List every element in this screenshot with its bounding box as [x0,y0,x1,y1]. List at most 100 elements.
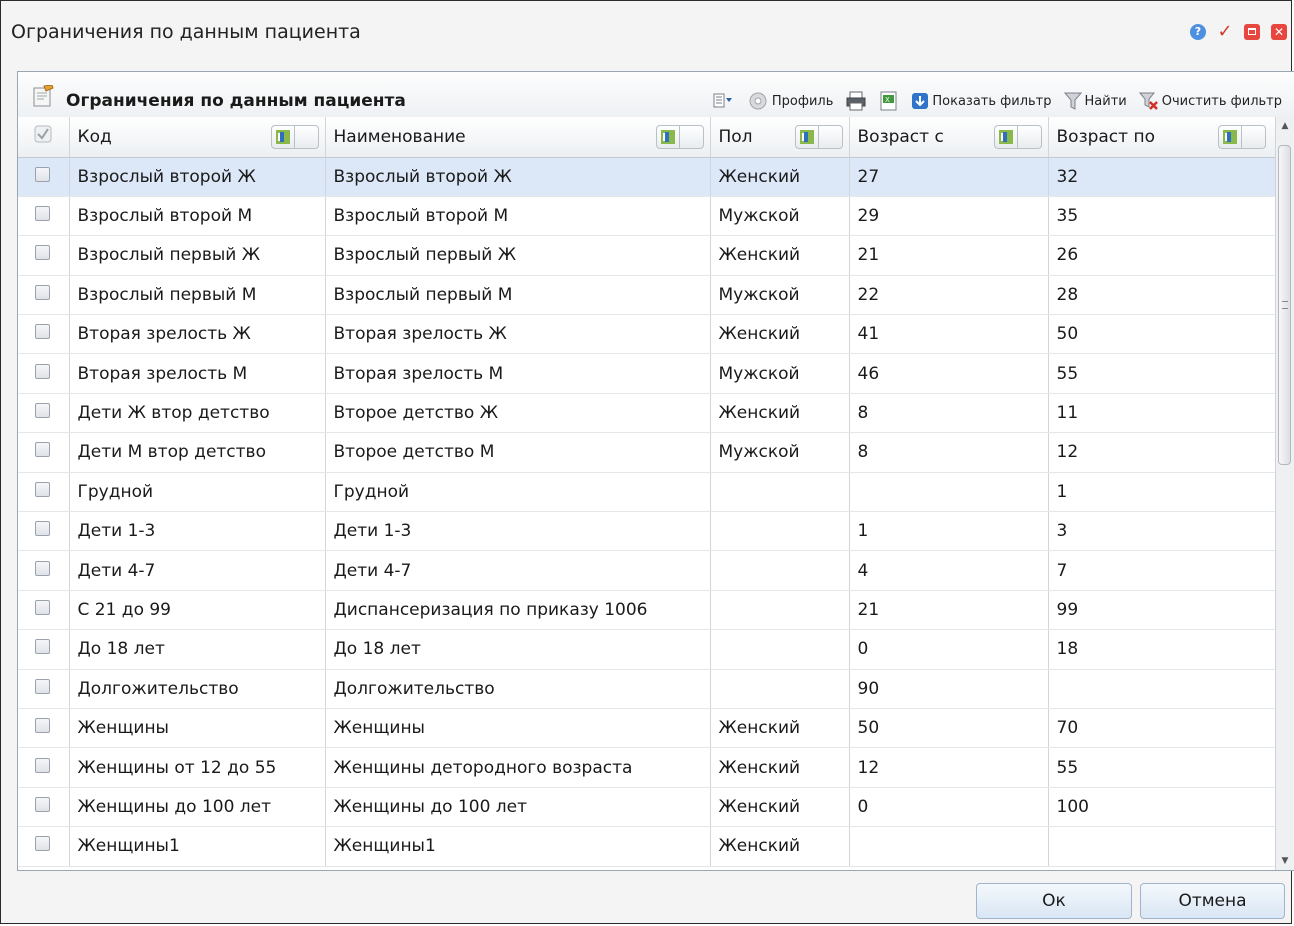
row-checkbox-cell [18,747,70,788]
row-checkbox[interactable] [35,560,51,576]
cell-name: Вторая зрелость Ж [325,314,711,355]
row-checkbox[interactable] [35,639,51,655]
cell-code: Вторая зрелость М [69,353,326,394]
cell-age-from: 8 [849,432,1049,473]
row-checkbox[interactable] [35,403,51,419]
table-row[interactable]: Взрослый второй Ж Взрослый второй Ж Женски… [18,157,1279,197]
table-row[interactable]: Женщины от 12 до 55 Женщины детородного в… [18,747,1279,788]
column-settings-icon[interactable] [655,125,680,149]
row-checkbox[interactable] [35,718,51,734]
profile-button[interactable]: Профиль [747,90,833,112]
select-all-header[interactable] [18,117,70,158]
table-row[interactable]: Взрослый первый Ж Взрослый первый Ж Женски… [18,235,1279,276]
scroll-up-arrow-icon[interactable]: ▲ [1276,117,1294,135]
cell-code: Грудной [69,472,326,513]
column-settings-icon[interactable] [1217,125,1242,149]
export-excel-button[interactable]: X [879,91,899,111]
cell-name: Взрослый первый М [325,275,711,316]
column-header-age-from[interactable]: Возраст с [849,117,1049,158]
row-checkbox[interactable] [35,521,51,537]
column-sort-button[interactable] [1017,125,1042,149]
row-checkbox-cell [18,432,70,473]
column-header-age-to[interactable]: Возраст по [1048,117,1279,158]
cell-code: Взрослый первый Ж [69,235,326,276]
cell-age-from: 12 [849,747,1049,788]
column-sort-button[interactable] [294,125,319,149]
scrollbar-thumb[interactable] [1278,145,1291,465]
close-icon[interactable]: ✕ [1271,24,1287,40]
grid-panel: Ограничения по данным пациента Профиль X… [17,71,1294,871]
table-row[interactable]: Дети М втор детство Второе детство М Мужск… [18,432,1279,473]
cell-age-to: 3 [1048,511,1279,552]
svg-text:X: X [885,96,890,104]
table-row[interactable]: С 21 до 99 Диспансеризация по приказу 100… [18,590,1279,631]
row-checkbox[interactable] [35,442,51,458]
row-checkbox[interactable] [35,284,51,300]
cell-age-from: 46 [849,353,1049,394]
cell-age-to: 7 [1048,550,1279,591]
table-row[interactable]: Долгожительство Долгожительство 90 [18,669,1279,709]
help-icon[interactable]: ? [1190,24,1206,40]
vertical-scrollbar[interactable]: ▲ ▼ [1275,117,1294,870]
table-row[interactable]: Вторая зрелость Ж Вторая зрелость Ж Женски… [18,314,1279,355]
column-settings-icon[interactable] [270,125,295,149]
cell-age-to: 26 [1048,235,1279,276]
confirm-check-icon[interactable]: ✓ [1217,23,1233,41]
row-checkbox[interactable] [35,324,51,340]
cell-code: Дети 1-3 [69,511,326,552]
table-row[interactable]: Женщины1 Женщины1 Женский [18,826,1279,867]
column-sort-button[interactable] [679,125,704,149]
row-checkbox[interactable] [35,678,51,694]
print-button[interactable] [845,91,867,111]
row-checkbox[interactable] [35,363,51,379]
row-checkbox-cell [18,275,70,316]
table-row[interactable]: До 18 лет До 18 лет 0 18 [18,629,1279,670]
row-checkbox[interactable] [35,599,51,615]
row-checkbox[interactable] [35,481,51,497]
row-checkbox[interactable] [35,245,51,261]
table-row[interactable]: Женщины до 100 лет Женщины до 100 лет Женс… [18,787,1279,828]
table-row[interactable]: Женщины Женщины Женский 50 70 [18,708,1279,749]
column-header-name[interactable]: Наименование [325,117,711,158]
row-checkbox[interactable] [35,836,51,852]
table-row[interactable]: Дети 4-7 Дети 4-7 4 7 [18,550,1279,591]
show-filter-button[interactable]: Показать фильтр [911,92,1052,110]
cell-name: Взрослый первый Ж [325,235,711,276]
column-sort-button[interactable] [1241,125,1266,149]
toolbar-actions: Профиль X Показать фильтр Найти Очистить… [713,90,1294,112]
column-settings-icon[interactable] [993,125,1018,149]
row-checkbox[interactable] [35,796,51,812]
row-checkbox[interactable] [35,757,51,773]
checkmark-icon [34,125,52,143]
column-header-code[interactable]: Код [69,117,326,158]
column-settings-icon[interactable] [794,125,819,149]
table-row[interactable]: Дети Ж втор детство Второе детство Ж Женск… [18,393,1279,434]
find-button[interactable]: Найти [1063,91,1127,111]
row-checkbox-cell [18,629,70,670]
row-checkbox-cell [18,826,70,867]
table-body: Взрослый второй Ж Взрослый второй Ж Женски… [18,157,1279,867]
column-sort-button[interactable] [818,125,843,149]
cell-name: Дети 1-3 [325,511,711,552]
cancel-button[interactable]: Отмена [1140,883,1285,919]
cell-code: Женщины от 12 до 55 [69,747,326,788]
column-header-sex[interactable]: Пол [710,117,850,158]
clear-filter-button[interactable]: Очистить фильтр [1138,91,1282,111]
cell-age-to: 11 [1048,393,1279,434]
column-title-sex: Пол [718,126,753,147]
row-checkbox[interactable] [35,166,51,182]
row-checkbox-cell [18,235,70,276]
columns-menu-button[interactable] [713,93,735,109]
ok-button[interactable]: Ок [976,883,1132,919]
row-checkbox[interactable] [35,206,51,222]
table-row[interactable]: Грудной Грудной 1 [18,472,1279,513]
table-row[interactable]: Дети 1-3 Дети 1-3 1 3 [18,511,1279,552]
cell-name: Женщины1 [325,826,711,867]
table-row[interactable]: Взрослый первый М Взрослый первый М Мужско… [18,275,1279,316]
scroll-down-arrow-icon[interactable]: ▼ [1276,852,1294,870]
cell-sex [710,472,850,513]
cell-age-from: 21 [849,590,1049,631]
table-row[interactable]: Вторая зрелость М Вторая зрелость М Мужско… [18,353,1279,394]
restore-window-icon[interactable] [1244,24,1260,40]
table-row[interactable]: Взрослый второй М Взрослый второй М Мужско… [18,196,1279,237]
